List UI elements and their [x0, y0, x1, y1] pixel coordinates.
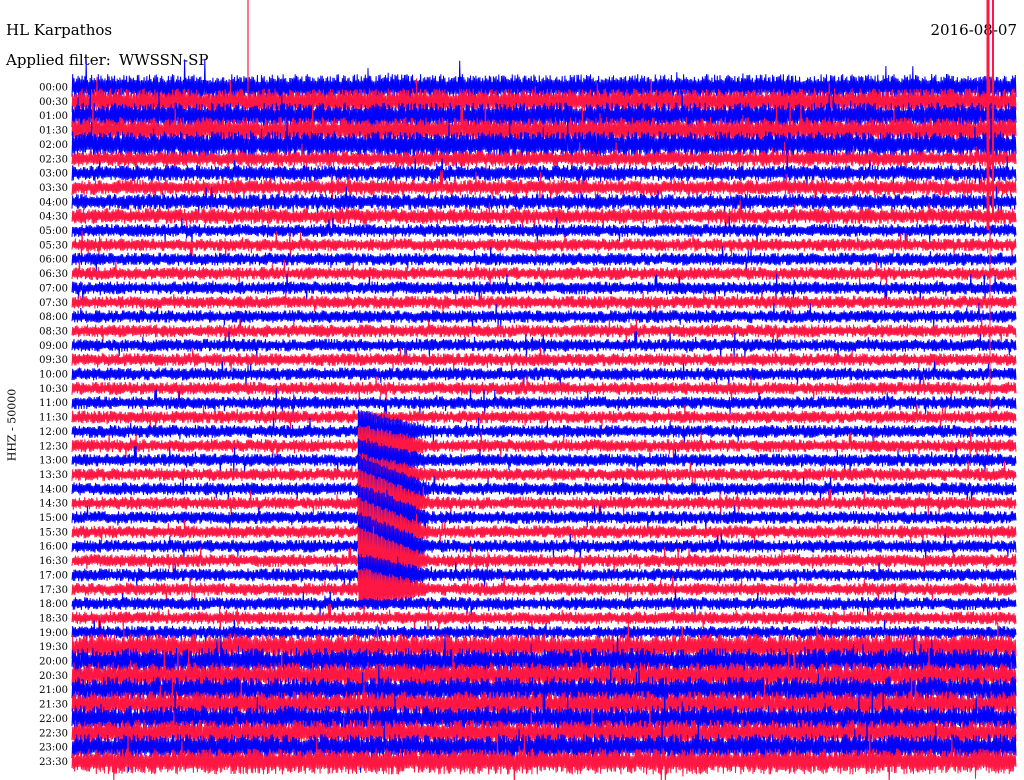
trace-row-1400: [71, 454, 1017, 523]
row-tick-label: 15:30: [39, 527, 68, 538]
row-tick-label: 00:00: [39, 83, 68, 94]
row-tick-label: 00:30: [39, 97, 68, 108]
row-tick-label: 05:30: [39, 240, 68, 251]
row-tick-label: 10:30: [39, 384, 68, 395]
trace-row-0630: [71, 259, 1017, 287]
row-tick-label: 09:00: [39, 341, 68, 352]
row-tick-label: 11:00: [39, 398, 68, 409]
trace-row-1500: [71, 484, 1017, 553]
row-tick-label: 14:00: [39, 484, 68, 495]
row-tick-label: 06:00: [39, 255, 68, 266]
row-tick-label: 03:00: [39, 169, 68, 180]
row-tick-label: 22:30: [39, 728, 68, 739]
row-tick-label: 22:00: [39, 714, 68, 725]
row-tick-label: 13:00: [39, 456, 68, 467]
row-tick-label: 16:30: [39, 556, 68, 567]
row-tick-label: 01:30: [39, 126, 68, 137]
row-tick-label: 02:30: [39, 154, 68, 165]
row-tick-label: 06:30: [39, 269, 68, 280]
row-tick-label: 01:00: [39, 111, 68, 122]
row-tick-label: 07:00: [39, 283, 68, 294]
row-tick-label: 08:30: [39, 326, 68, 337]
row-tick-label: 04:30: [39, 212, 68, 223]
row-tick-label: 13:30: [39, 470, 68, 481]
row-tick-label: 17:30: [39, 585, 68, 596]
row-tick-label: 05:00: [39, 226, 68, 237]
row-tick-label: 09:30: [39, 355, 68, 366]
row-tick-label: 15:00: [39, 513, 68, 524]
row-tick-label: 11:30: [39, 413, 68, 424]
row-tick-label: 08:00: [39, 312, 68, 323]
row-tick-label: 03:30: [39, 183, 68, 194]
row-tick-label: 20:00: [39, 657, 68, 668]
row-tick-label: 21:30: [39, 700, 68, 711]
row-tick-label: 10:00: [39, 370, 68, 381]
row-tick-label: 12:00: [39, 427, 68, 438]
row-tick-label: 16:00: [39, 542, 68, 553]
seismogram-canvas: HL Karpathos Applied filter: WWSSN-SP 201…: [0, 0, 1024, 780]
row-tick-label: 20:30: [39, 671, 68, 682]
trace-row-0900: [71, 331, 1017, 360]
row-tick-label: 23:30: [39, 757, 68, 768]
trace-row-1830: [71, 603, 1017, 633]
row-tick-label: 02:00: [39, 140, 68, 151]
row-tick-label: 21:00: [39, 685, 68, 696]
row-tick-label: 04:00: [39, 197, 68, 208]
row-tick-label: 14:30: [39, 499, 68, 510]
row-tick-label: 19:00: [39, 628, 68, 639]
trace-row-1800: [71, 589, 1017, 618]
row-tick-label: 18:00: [39, 599, 68, 610]
helicorder-plot: 00:00 00:30 01:00 01:30 02:00 02:30 03:00 03:30…: [39, 0, 1017, 780]
row-tick-label: 23:00: [39, 743, 68, 754]
row-tick-label: 19:30: [39, 642, 68, 653]
row-tick-label: 17:00: [39, 570, 68, 581]
row-tick-label: 07:30: [39, 298, 68, 309]
row-tick-label: 12:30: [39, 441, 68, 452]
row-tick-label: 18:30: [39, 613, 68, 624]
